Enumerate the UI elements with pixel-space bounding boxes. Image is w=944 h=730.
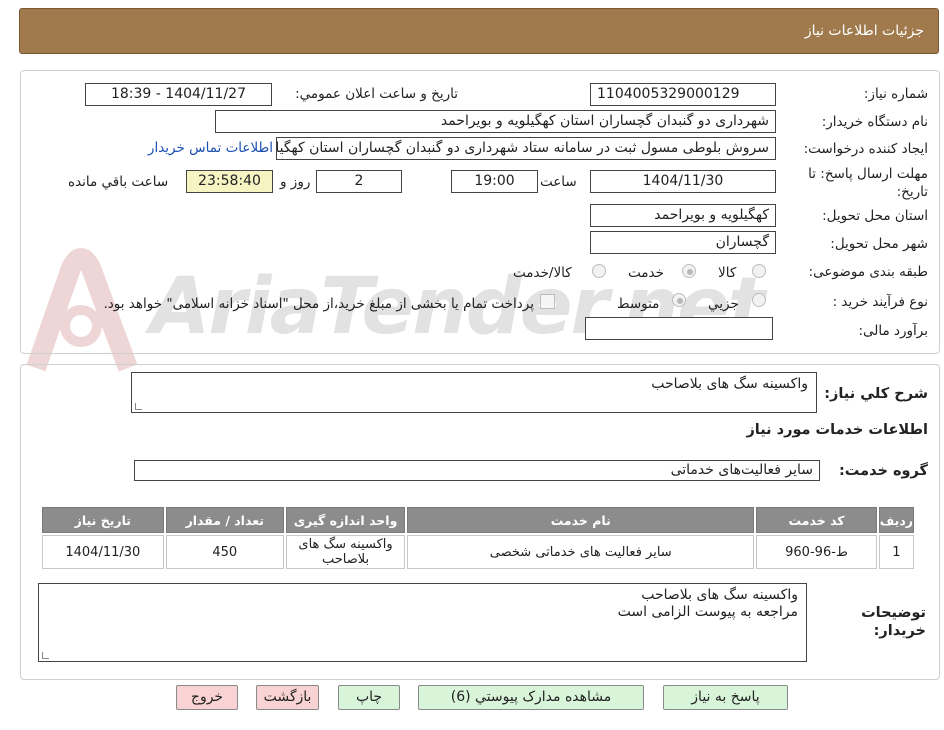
requester-label: ايجاد کننده درخواست: [803,141,928,157]
service-group-label: گروه خدمت: [838,463,928,479]
summary-label: شرح کلي نياز: [824,386,928,402]
col-row-number: رديف [878,507,914,533]
purchase-medium-label: متوسط [617,296,660,312]
buyer-notes-textarea[interactable]: واکسینه سگ های بلاصاحب مراجعه به پیوست ا… [38,583,807,662]
purchase-medium-radio[interactable] [672,293,686,307]
summary-text: واکسینه سگ های بلاصاحب [651,376,808,392]
need-number-label: شماره نياز: [863,86,928,102]
treasury-payment-checkbox[interactable] [540,294,555,309]
resize-grip-icon[interactable] [42,652,49,659]
announce-date-field: 1404/11/27 - 18:39 [85,83,272,106]
treasury-payment-note: پرداخت تمام يا بخشی از مبلغ خريد،از محل … [103,296,534,312]
budget-field[interactable] [585,317,773,340]
buyer-notes-line-2: مراجعه به پیوست الزامی است [617,604,798,620]
col-service-name: نام خدمت [407,507,755,533]
purchase-type-label: نوع فرآيند خريد : [832,294,928,310]
page-title: جزئيات اطلاعات نياز [804,23,924,39]
requester-field: سروش بلوطی مسول ثبت در سامانه ستاد شهردا… [276,137,776,160]
deadline-label: مهلت ارسال پاسخ: تا [808,166,928,182]
category-goods-radio[interactable] [752,264,766,278]
col-need-date: تاريخ نياز [42,507,164,533]
summary-textarea[interactable]: واکسینه سگ های بلاصاحب [131,372,817,413]
budget-label: برآورد مالی: [858,323,928,339]
resize-grip-icon[interactable] [135,403,142,410]
remaining-time-label: ساعت باقي مانده [68,174,169,190]
cell-unit: واکسینه سگ های بلاصاحب [285,535,406,569]
col-service-code: کد خدمت [756,507,877,533]
services-table: رديف کد خدمت نام خدمت واحد اندازه گيری ت… [40,505,916,571]
cell-need-date: 1404/11/30 [42,535,164,569]
category-service-label: خدمت [628,265,664,281]
province-field: کهگیلویه و بویراحمد [590,204,776,227]
page-header: جزئيات اطلاعات نياز [19,8,939,54]
purchase-minor-label: جزيي [708,296,739,312]
deadline-label-date: تاريخ: [896,184,928,200]
days-remaining-field: 2 [316,170,402,193]
remaining-time-field: 23:58:40 [186,170,273,193]
purchase-minor-radio[interactable] [752,293,766,307]
table-header-row: رديف کد خدمت نام خدمت واحد اندازه گيری ت… [42,507,914,533]
days-label: روز و [280,174,311,190]
buyer-notes-label-2: خريدار: [873,623,926,639]
reply-button[interactable]: پاسخ به نياز [663,685,788,710]
cell-service-code: ط-96-960 [756,535,877,569]
print-button[interactable]: چاپ [338,685,400,710]
category-label: طبقه بندی موضوعی: [808,264,928,280]
back-button[interactable]: بازگشت [256,685,319,710]
need-number-field: 1104005329000129 [590,83,776,106]
city-field: گچساران [590,231,776,254]
category-goods-service-label: کالا/خدمت [513,265,572,281]
buyer-contact-link[interactable]: اطلاعات تماس خريدار [148,140,273,156]
cell-quantity: 450 [165,535,284,569]
cell-row-number: 1 [878,535,914,569]
services-section-title: اطلاعات خدمات مورد نياز [746,422,928,438]
deadline-date-field: 1404/11/30 [590,170,776,193]
cell-service-name: ساير فعاليت های خدماتی شخصی [407,535,755,569]
deadline-time-field: 19:00 [451,170,538,193]
col-quantity: تعداد / مقدار [165,507,284,533]
buyer-org-label: نام دستگاه خريدار: [821,114,928,130]
province-label: استان محل تحويل: [822,208,928,224]
table-row: 1 ط-96-960 ساير فعاليت های خدماتی شخصی و… [42,535,914,569]
category-goods-service-radio[interactable] [592,264,606,278]
view-attachments-button[interactable]: مشاهده مدارک پيوستي (6) [418,685,644,710]
announce-date-label: تاريخ و ساعت اعلان عمومي: [295,86,458,102]
col-unit: واحد اندازه گيری [285,507,406,533]
exit-button[interactable]: خروج [176,685,238,710]
category-goods-label: کالا [718,265,737,281]
service-group-field: ساير فعاليت‌های خدماتی [134,460,820,481]
deadline-time-label: ساعت [540,174,577,190]
category-service-radio[interactable] [682,264,696,278]
buyer-notes-line-1: واکسینه سگ های بلاصاحب [641,587,798,603]
city-label: شهر محل تحويل: [830,236,928,252]
buyer-notes-label: توضيحات [861,605,926,621]
buyer-org-field: شهرداری دو گنبدان گچساران استان کهگیلویه… [215,110,776,133]
